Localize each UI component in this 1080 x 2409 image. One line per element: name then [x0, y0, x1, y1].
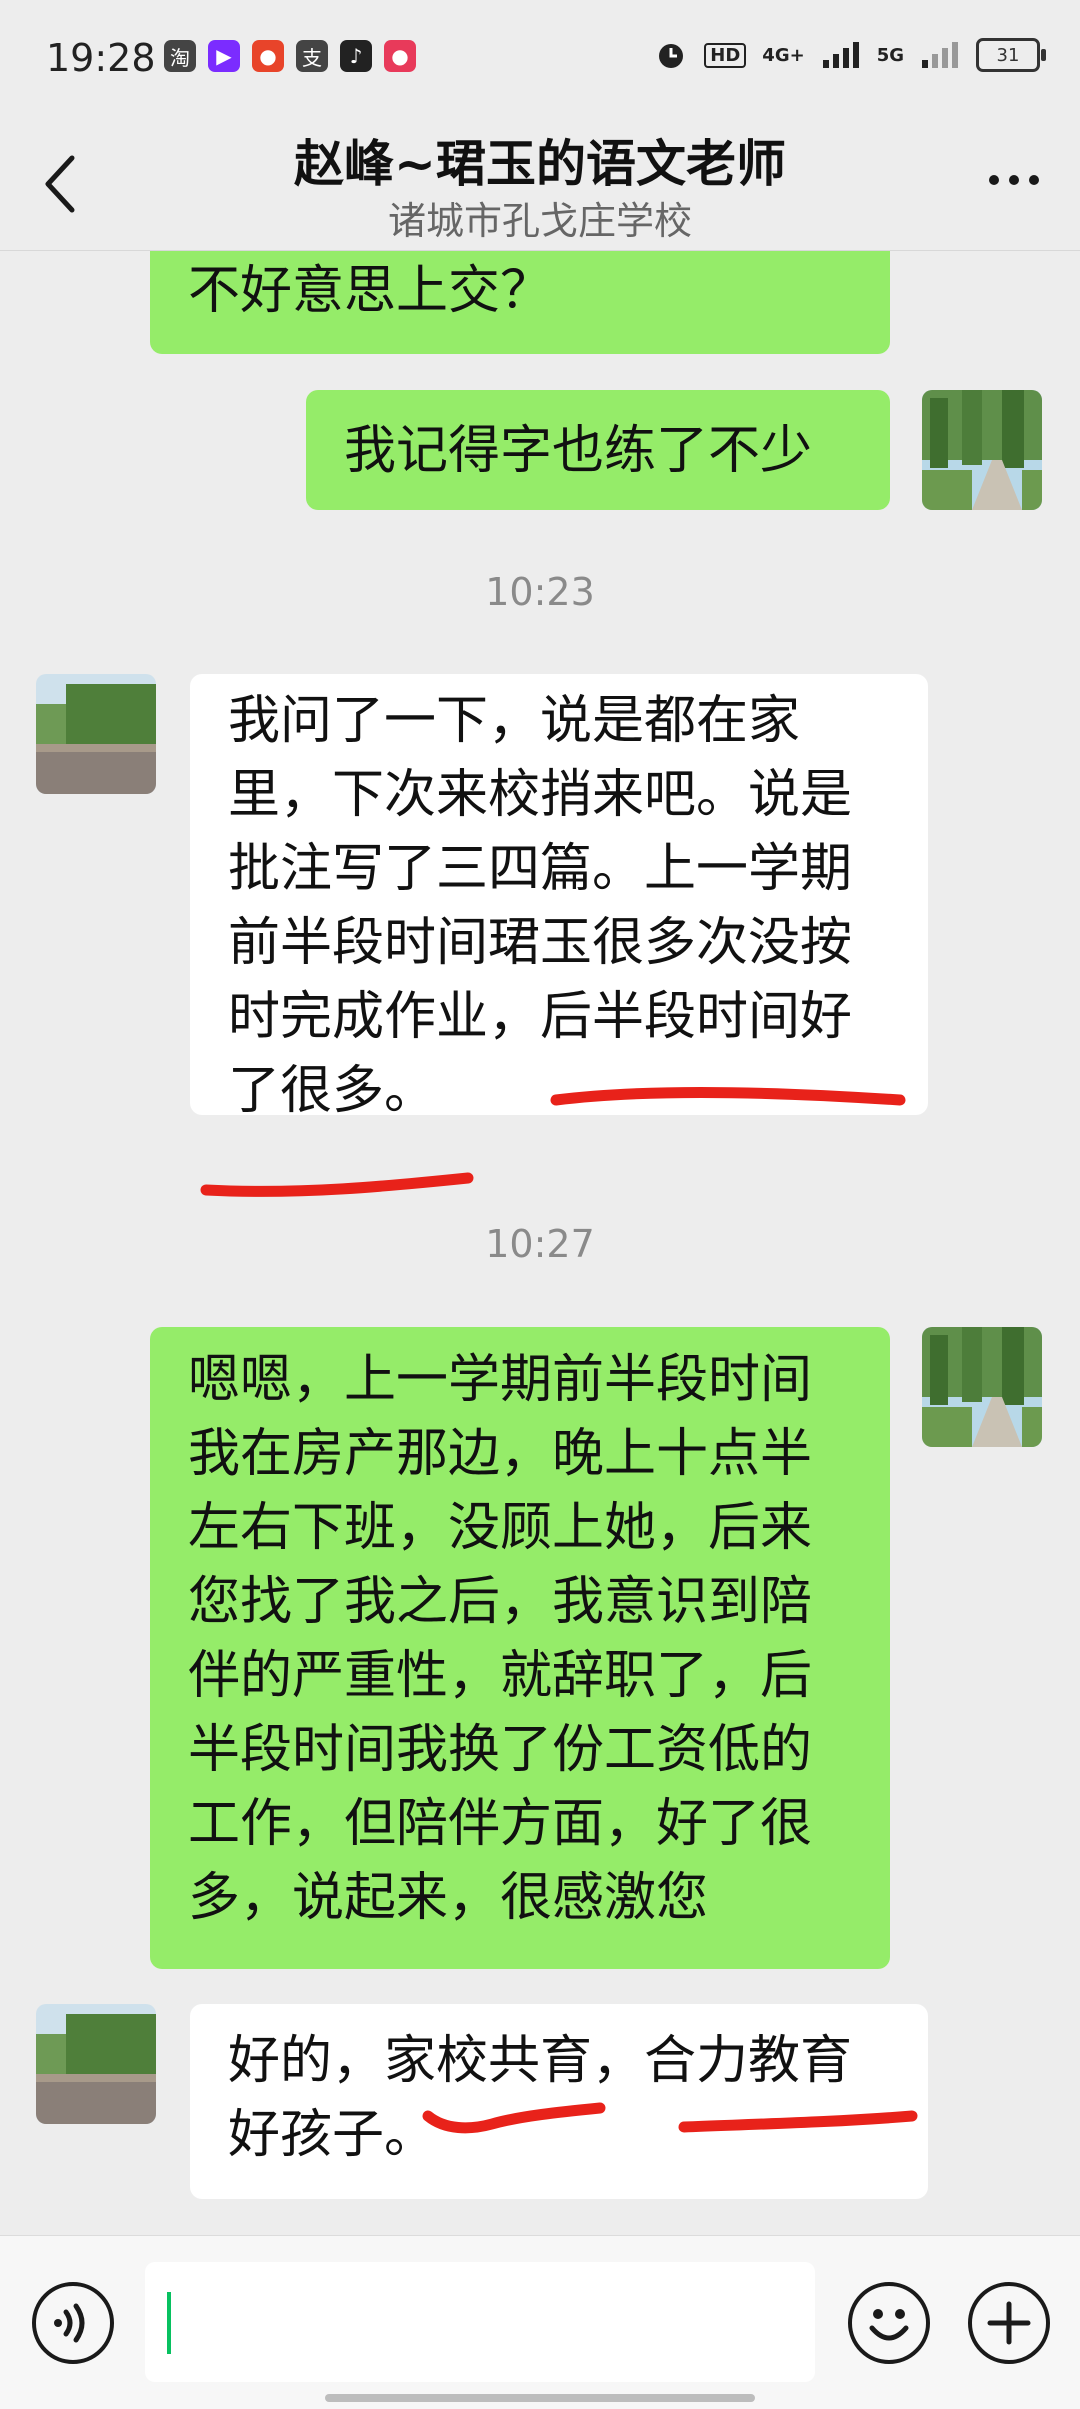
- timestamp: 10:27: [485, 1222, 595, 1266]
- tiktok-icon: ♪: [340, 40, 372, 72]
- signal-icon: [822, 42, 859, 68]
- input-bar: [0, 2235, 1080, 2409]
- voice-input-icon[interactable]: [32, 2282, 114, 2364]
- network-4g-label: 4G+: [762, 44, 805, 66]
- red-app-icon: ●: [252, 40, 284, 72]
- taobao-icon: 淘: [164, 40, 196, 72]
- alipay-icon: 支: [296, 40, 328, 72]
- annotation-underline: [200, 1172, 474, 1197]
- my-avatar[interactable]: [922, 390, 1042, 510]
- message-input[interactable]: [145, 2262, 815, 2382]
- signal-2-icon: [922, 42, 958, 68]
- chat-title: 赵峰~珺玉的语文老师: [294, 135, 786, 193]
- hd-label: HD: [704, 42, 747, 68]
- plus-icon[interactable]: [968, 2282, 1050, 2364]
- message-bubble-received[interactable]: 我问了一下，说是都在家 里，下次来校捎来吧。说是 批注写了三四篇。上一学期 前半…: [190, 674, 928, 1121]
- timestamp: 10:23: [485, 570, 595, 614]
- contact-avatar[interactable]: [36, 2004, 156, 2124]
- message-bubble-sent[interactable]: 我记得字也练了不少: [306, 390, 890, 510]
- chat-header: 赵峰~珺玉的语文老师 诸城市孔戈庄学校: [0, 120, 1080, 251]
- battery-icon: 31: [976, 38, 1046, 72]
- my-avatar[interactable]: [922, 1327, 1042, 1447]
- message-bubble-sent[interactable]: 嗯嗯，上一学期前半段时间 我在房产那边，晚上十点半 左右下班，没顾上她，后来 您…: [150, 1327, 890, 1969]
- status-right: HD 4G+ 5G 31: [654, 38, 1046, 72]
- chat-area[interactable]: 不好意思上交？ 我记得字也练了不少 10:23 我问了一下，说是都在家 里，下次…: [0, 250, 1080, 2235]
- network-5g-label: 5G: [876, 44, 904, 66]
- message-bubble-received[interactable]: 好的，家校共育，合力教育 好孩子。: [190, 2004, 928, 2199]
- text-cursor: [167, 2292, 171, 2354]
- emoji-icon[interactable]: [848, 2282, 930, 2364]
- more-options-icon[interactable]: [986, 172, 1042, 188]
- pink-app-icon: ●: [384, 40, 416, 72]
- alarm-icon: [659, 44, 684, 68]
- video-app-icon: ▶: [208, 40, 240, 72]
- message-bubble-sent[interactable]: 不好意思上交？: [150, 250, 890, 354]
- status-time: 19:28: [46, 36, 156, 80]
- home-indicator[interactable]: [325, 2394, 755, 2402]
- status-bar: 19:28 淘 ▶ ● 支 ♪ ● HD 4G+ 5G 31: [0, 0, 1080, 120]
- contact-avatar[interactable]: [36, 674, 156, 794]
- status-app-icons: 淘 ▶ ● 支 ♪ ●: [164, 40, 416, 72]
- chat-subtitle: 诸城市孔戈庄学校: [387, 199, 692, 243]
